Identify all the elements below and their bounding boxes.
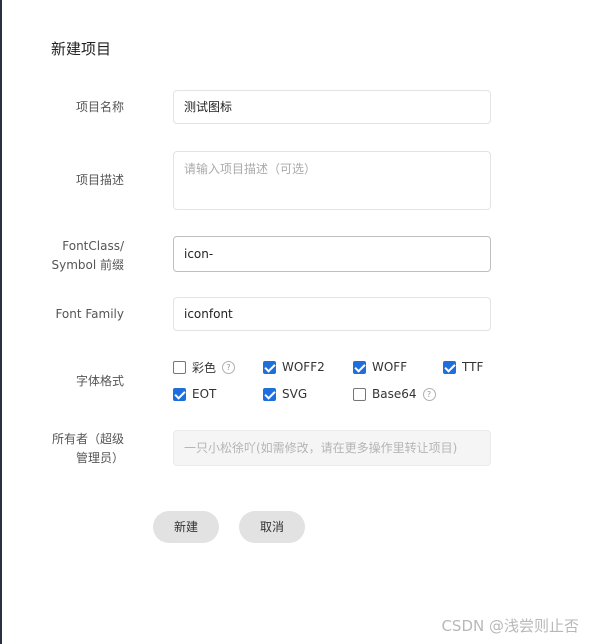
- font-format-label: 字体格式: [75, 374, 124, 388]
- prefix-label-line1: FontClass/: [62, 239, 124, 253]
- format-woff-label: WOFF: [372, 360, 408, 374]
- format-base64-checkbox[interactable]: [353, 387, 366, 401]
- help-icon[interactable]: ?: [222, 360, 236, 374]
- format-eot-option[interactable]: EOT: [173, 386, 216, 402]
- format-eot-checkbox[interactable]: [173, 387, 186, 401]
- owner-input: 一只小松徐吖(如需修改，请在更多操作里转让项目): [173, 430, 491, 466]
- format-woff2-option[interactable]: WOFF2: [263, 359, 325, 375]
- format-woff2-label: WOFF2: [282, 360, 325, 374]
- format-ttf-checkbox[interactable]: [443, 360, 456, 374]
- project-description-textarea[interactable]: 请输入项目描述（可选）: [173, 151, 491, 210]
- format-svg-label: SVG: [282, 387, 308, 401]
- prefix-label-line2: Symbol 前缀: [51, 258, 124, 272]
- project-name-input[interactable]: 测试图标: [173, 90, 491, 124]
- format-color-label: 彩色: [192, 360, 217, 375]
- prefix-input[interactable]: icon-: [173, 236, 491, 272]
- font-family-label: Font Family: [55, 307, 124, 321]
- owner-label-line1: 所有者（超级: [51, 432, 124, 446]
- format-base64-option[interactable]: Base64 ?: [353, 386, 436, 402]
- font-family-input[interactable]: iconfont: [173, 297, 491, 331]
- create-button[interactable]: 新建: [153, 511, 219, 543]
- format-woff-checkbox[interactable]: [353, 360, 366, 374]
- help-icon[interactable]: ?: [422, 387, 436, 401]
- format-ttf-option[interactable]: TTF: [443, 359, 483, 375]
- format-woff2-checkbox[interactable]: [263, 360, 276, 374]
- format-svg-option[interactable]: SVG: [263, 386, 307, 402]
- format-color-option[interactable]: 彩色 ?: [173, 359, 236, 375]
- description-placeholder: 请输入项目描述（可选）: [184, 162, 317, 176]
- prefix-label: FontClass/ Symbol 前缀: [0, 237, 124, 275]
- format-ttf-label: TTF: [462, 360, 484, 374]
- owner-label: 所有者（超级 管理员）: [0, 430, 124, 468]
- format-base64-label: Base64: [372, 387, 417, 401]
- project-name-label: 项目名称: [75, 100, 124, 114]
- project-description-label: 项目描述: [75, 173, 124, 187]
- dialog-title: 新建项目: [51, 40, 112, 58]
- cancel-button[interactable]: 取消: [239, 511, 305, 543]
- format-eot-label: EOT: [192, 387, 217, 401]
- format-svg-checkbox[interactable]: [263, 387, 276, 401]
- watermark: CSDN @浅尝则止否: [441, 617, 579, 635]
- format-woff-option[interactable]: WOFF: [353, 359, 407, 375]
- owner-label-line2: 管理员）: [75, 451, 124, 465]
- format-color-checkbox[interactable]: [173, 360, 186, 374]
